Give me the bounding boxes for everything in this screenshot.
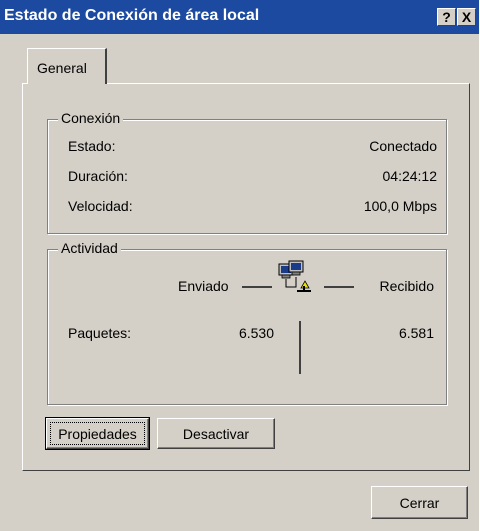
disable-button[interactable]: Desactivar xyxy=(157,418,275,449)
packets-label: Paquetes: xyxy=(68,325,132,341)
speed-value: 100,0 Mbps xyxy=(363,198,437,214)
close-button[interactable]: Cerrar xyxy=(371,486,468,519)
close-icon: X xyxy=(461,9,472,25)
properties-button[interactable]: Propiedades xyxy=(45,417,150,450)
connection-group-title: Conexión xyxy=(58,110,124,126)
title-bar[interactable]: Estado de Conexión de área local ? X xyxy=(0,0,479,34)
tab-panel: Conexión Estado: Conectado Duración: 04:… xyxy=(22,83,470,471)
activity-group: Actividad Enviado Recibido Paquetes: 6.5… xyxy=(47,240,447,405)
speed-label: Velocidad: xyxy=(68,198,133,214)
help-icon: ? xyxy=(442,9,451,25)
activity-divider xyxy=(299,321,301,374)
status-value: Conectado xyxy=(369,138,437,154)
window-title: Estado de Conexión de área local xyxy=(4,7,260,24)
properties-button-label: Propiedades xyxy=(58,425,137,442)
network-computers-icon xyxy=(277,260,317,306)
tab-general-label: General xyxy=(37,60,87,76)
received-label: Recibido xyxy=(379,278,434,294)
duration-value: 04:24:12 xyxy=(382,168,438,184)
sent-label: Enviado xyxy=(178,278,229,294)
packets-sent-value: 6.530 xyxy=(238,325,274,341)
tab-general[interactable]: General xyxy=(27,48,107,84)
connection-group: Conexión Estado: Conectado Duración: 04:… xyxy=(47,110,447,234)
duration-label: Duración: xyxy=(68,168,128,184)
status-label: Estado: xyxy=(68,138,116,154)
help-button[interactable]: ? xyxy=(437,8,456,26)
sent-connector xyxy=(242,286,272,288)
disable-button-label: Desactivar xyxy=(182,425,250,442)
close-button-label: Cerrar xyxy=(399,494,440,511)
activity-group-title: Actividad xyxy=(58,240,121,256)
received-connector xyxy=(324,286,354,288)
close-window-button[interactable]: X xyxy=(457,8,476,26)
dialog-window: Estado de Conexión de área local ? X Gen… xyxy=(0,0,479,531)
packets-received-value: 6.581 xyxy=(398,325,434,341)
